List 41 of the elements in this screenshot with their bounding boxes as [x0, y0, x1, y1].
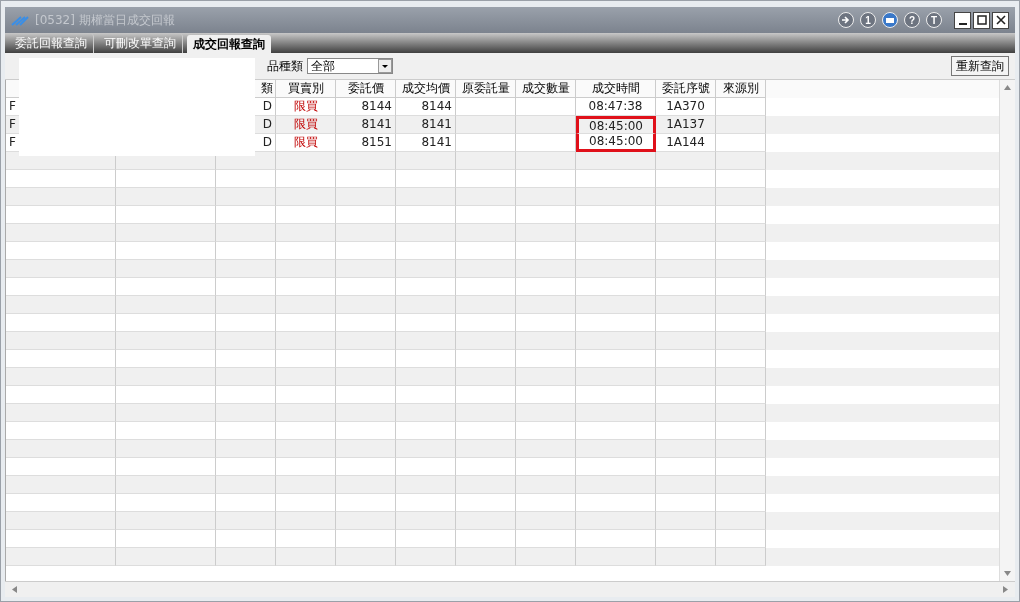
table-cell	[456, 548, 516, 566]
column-header: 買賣別	[276, 80, 336, 98]
column-header: 委託序號	[656, 80, 716, 98]
maximize-button[interactable]	[973, 11, 990, 29]
table-cell	[216, 548, 276, 566]
exit-button[interactable]	[838, 12, 854, 28]
horizontal-scrollbar[interactable]	[5, 581, 1015, 597]
caret-icon	[378, 59, 392, 73]
close-icon	[995, 15, 1006, 25]
column-header: 委託價	[336, 80, 396, 98]
table-cell	[336, 548, 396, 566]
product-type-dropdown[interactable]: 全部	[307, 58, 393, 74]
scroll-down-icon[interactable]	[1004, 570, 1011, 577]
column-header: 原委託量	[456, 80, 516, 98]
table-cell	[396, 548, 456, 566]
scroll-right-icon[interactable]	[1002, 586, 1009, 593]
table-cell	[516, 548, 576, 566]
maximize-icon	[976, 15, 987, 25]
title-icon-button[interactable]: T	[926, 12, 942, 28]
arrow-icon	[841, 16, 851, 24]
table-cell: 08:47:38	[576, 98, 656, 116]
folder-button[interactable]	[882, 12, 898, 28]
title-icon-button[interactable]: 1	[860, 12, 876, 28]
close-button[interactable]	[992, 11, 1009, 29]
refresh-button[interactable]: 重新查詢	[951, 56, 1009, 76]
table-cell	[656, 548, 716, 566]
vertical-scrollbar[interactable]	[999, 80, 1015, 581]
tab[interactable]: 成交回報查詢	[187, 35, 271, 53]
column-header: 來源別	[716, 80, 766, 98]
logo-icon	[11, 14, 29, 26]
title-icon-button[interactable]: ?	[904, 12, 920, 28]
scroll-left-icon[interactable]	[11, 586, 18, 593]
scroll-up-icon[interactable]	[1004, 84, 1011, 91]
minimize-icon	[958, 23, 967, 25]
table-cell	[716, 548, 766, 566]
minimize-button[interactable]	[954, 11, 971, 29]
column-header: 成交數量	[516, 80, 576, 98]
column-header: 成交時間	[576, 80, 656, 98]
filter-label: 品種類	[267, 57, 303, 75]
table-cell	[276, 548, 336, 566]
column-header: 成交均價	[396, 80, 456, 98]
